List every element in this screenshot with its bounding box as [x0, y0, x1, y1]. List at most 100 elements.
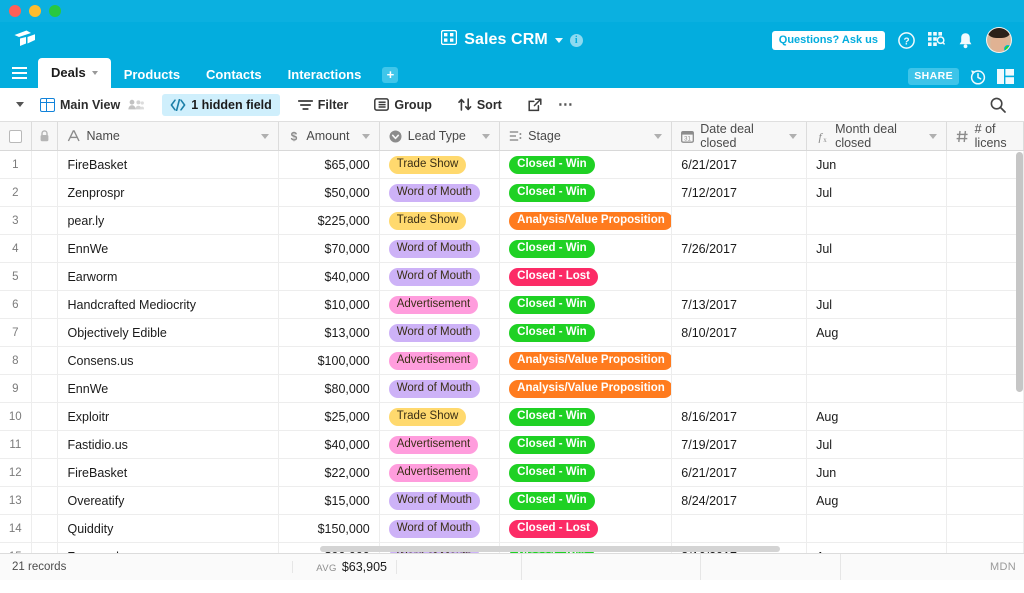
cell-licenses[interactable] — [947, 263, 1024, 290]
row-expand-slot[interactable] — [32, 459, 59, 486]
cell-lead-type[interactable]: Word of Mouth — [380, 179, 501, 206]
tab-deals-chevron-down-icon[interactable] — [91, 71, 98, 75]
help-icon[interactable]: ? — [898, 31, 915, 49]
ask-us-button[interactable]: Questions? Ask us — [771, 30, 885, 50]
cell-licenses[interactable] — [947, 291, 1024, 318]
cell-name[interactable]: Quiddity — [58, 515, 280, 542]
row-expand-slot[interactable] — [32, 543, 59, 553]
tab-contacts[interactable]: Contacts — [193, 62, 275, 88]
cell-date[interactable]: 7/19/2017 — [672, 431, 808, 458]
cell-month[interactable] — [807, 347, 947, 374]
cell-amount[interactable]: $225,000 — [279, 207, 380, 234]
user-avatar[interactable] — [986, 27, 1012, 53]
cell-stage[interactable]: Closed - Win — [500, 319, 673, 346]
cell-lead-type[interactable]: Word of Mouth — [380, 515, 501, 542]
cell-amount[interactable]: $65,000 — [279, 151, 380, 178]
cell-amount[interactable]: $10,000 — [279, 291, 380, 318]
cell-month[interactable]: Aug — [807, 487, 947, 514]
cell-amount[interactable]: $40,000 — [279, 431, 380, 458]
row-expand-slot[interactable] — [32, 151, 59, 178]
cell-lead-type[interactable]: Advertisement — [380, 431, 501, 458]
cell-name[interactable]: EnnWe — [58, 235, 280, 262]
cell-lead-type[interactable]: Word of Mouth — [380, 375, 501, 402]
table-row[interactable]: 1 FireBasket $65,000 Trade Show Closed - Win… — [0, 151, 1024, 179]
history-clock-icon[interactable] — [970, 69, 986, 85]
tab-deals[interactable]: Deals — [38, 58, 111, 88]
cell-stage[interactable]: Closed - Win — [500, 235, 673, 262]
cell-licenses[interactable] — [947, 515, 1024, 542]
stage-summary[interactable] — [522, 554, 701, 580]
cell-amount[interactable]: $80,000 — [279, 375, 380, 402]
cell-lead-type[interactable]: Advertisement — [380, 347, 501, 374]
cell-month[interactable] — [807, 375, 947, 402]
table-row[interactable]: 5 Earworm $40,000 Word of Mouth Closed - Los… — [0, 263, 1024, 291]
cell-month[interactable]: Aug — [807, 319, 947, 346]
column-header-date-deal-closed[interactable]: 31 Date deal closed — [672, 122, 808, 150]
cell-amount[interactable]: $15,000 — [279, 487, 380, 514]
cell-name[interactable]: Zenprospr — [58, 179, 280, 206]
cell-month[interactable]: Jul — [807, 235, 947, 262]
info-icon[interactable]: i — [569, 33, 583, 47]
cell-amount[interactable]: $150,000 — [279, 515, 380, 542]
cell-month[interactable] — [807, 515, 947, 542]
row-expand-slot[interactable] — [32, 291, 59, 318]
cell-date[interactable]: 8/16/2017 — [672, 403, 808, 430]
column-amount-chevron-down-icon[interactable] — [361, 133, 370, 139]
column-header-amount[interactable]: $ Amount — [279, 122, 380, 150]
horizontal-scrollbar[interactable] — [320, 546, 780, 552]
cell-name[interactable]: Consens.us — [58, 347, 280, 374]
cell-stage[interactable]: Closed - Win — [500, 151, 673, 178]
cell-date[interactable] — [672, 207, 808, 234]
cell-amount[interactable]: $25,000 — [279, 403, 380, 430]
row-expand-slot[interactable] — [32, 375, 59, 402]
cell-name[interactable]: Handcrafted Mediocrity — [58, 291, 280, 318]
table-row[interactable]: 14 Quiddity $150,000 Word of Mouth Closed - … — [0, 515, 1024, 543]
cell-licenses[interactable] — [947, 431, 1024, 458]
cell-stage[interactable]: Closed - Win — [500, 291, 673, 318]
cell-stage[interactable]: Closed - Lost — [500, 515, 673, 542]
cell-lead-type[interactable]: Word of Mouth — [380, 319, 501, 346]
cell-amount[interactable]: $50,000 — [279, 179, 380, 206]
table-row[interactable]: 13 Overeatify $15,000 Word of Mouth Closed -… — [0, 487, 1024, 515]
cell-date[interactable] — [672, 347, 808, 374]
table-row[interactable]: 12 FireBasket $22,000 Advertisement Closed -… — [0, 459, 1024, 487]
cell-lead-type[interactable]: Trade Show — [380, 151, 501, 178]
cell-stage[interactable]: Analysis/Value Proposition — [500, 207, 673, 234]
amount-summary[interactable]: AVG $63,905 — [293, 560, 397, 574]
record-grid[interactable]: Name $ Amount Lead Type Stage 31 Date de… — [0, 122, 1024, 553]
row-expand-slot[interactable] — [32, 431, 59, 458]
base-menu-chevron-down-icon[interactable] — [554, 37, 563, 43]
row-expand-slot[interactable] — [32, 179, 59, 206]
cell-licenses[interactable] — [947, 179, 1024, 206]
cell-licenses[interactable] — [947, 403, 1024, 430]
column-header-lead-type[interactable]: Lead Type — [380, 122, 501, 150]
cell-name[interactable]: FireBasket — [58, 151, 280, 178]
column-stage-chevron-down-icon[interactable] — [654, 133, 663, 139]
group-button[interactable]: Group — [366, 94, 440, 116]
lead-type-summary[interactable] — [397, 554, 522, 580]
cell-date[interactable] — [672, 263, 808, 290]
cell-name[interactable]: Objectively Edible — [58, 319, 280, 346]
cell-licenses[interactable] — [947, 151, 1024, 178]
date-summary[interactable] — [701, 554, 841, 580]
cell-stage[interactable]: Closed - Win — [500, 487, 673, 514]
cell-licenses[interactable] — [947, 459, 1024, 486]
column-header-stage[interactable]: Stage — [500, 122, 673, 150]
cell-month[interactable]: Jul — [807, 179, 947, 206]
cell-name[interactable]: Exploitr — [58, 403, 280, 430]
add-table-button[interactable]: + — [382, 67, 399, 83]
column-header-name[interactable]: Name — [58, 122, 280, 150]
column-name-chevron-down-icon[interactable] — [261, 133, 270, 139]
tab-interactions[interactable]: Interactions — [275, 62, 375, 88]
cell-lead-type[interactable]: Trade Show — [380, 403, 501, 430]
cell-stage[interactable]: Analysis/Value Proposition — [500, 375, 673, 402]
cell-stage[interactable]: Analysis/Value Proposition — [500, 347, 673, 374]
row-expand-slot[interactable] — [32, 487, 59, 514]
sort-button[interactable]: Sort — [450, 94, 510, 116]
cell-amount[interactable]: $40,000 — [279, 263, 380, 290]
table-row[interactable]: 2 Zenprospr $50,000 Word of Mouth Closed - W… — [0, 179, 1024, 207]
cell-amount[interactable]: $70,000 — [279, 235, 380, 262]
cell-amount[interactable]: $13,000 — [279, 319, 380, 346]
cell-name[interactable]: FireBasket — [58, 459, 280, 486]
cell-stage[interactable]: Closed - Win — [500, 179, 673, 206]
